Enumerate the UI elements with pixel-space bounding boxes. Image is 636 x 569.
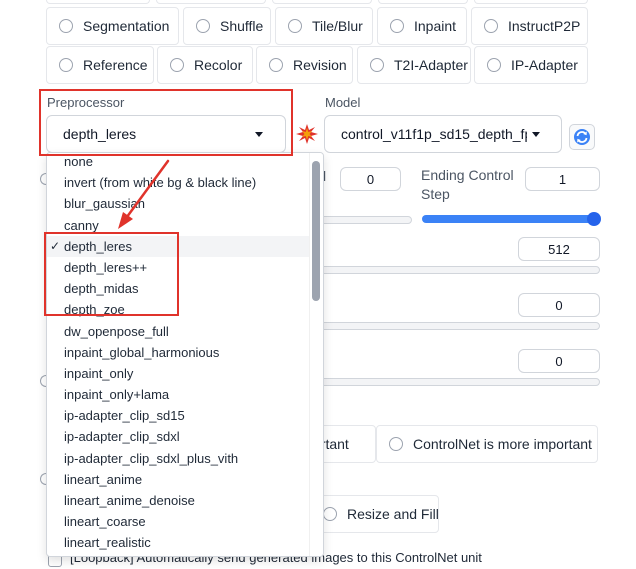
ending-control-label: Ending Control Step	[421, 167, 514, 202]
dropdown-option-label: lineart_coarse	[64, 514, 146, 530]
cut-off-option	[156, 0, 266, 4]
dropdown-option-label: canny	[64, 217, 99, 233]
dropdown-option[interactable]: inpaint_only	[47, 363, 309, 384]
radio-label: Segmentation	[83, 18, 170, 34]
dropdown-option-label: dw_openpose_full	[64, 323, 169, 339]
radio-label: Revision	[293, 57, 347, 73]
radio-reference[interactable]: Reference	[46, 46, 154, 84]
radio-label: Tile/Blur	[312, 18, 363, 34]
radio-shuffle[interactable]: Shuffle	[183, 7, 271, 45]
radio-circle-icon	[370, 58, 384, 72]
radio-circle-icon	[323, 507, 337, 521]
starting-control-input[interactable]: 0	[340, 167, 401, 191]
model-select[interactable]: control_v11f1p_sd15_depth_fp	[324, 115, 562, 153]
radio-label: Recolor	[194, 57, 243, 73]
annotation-arrow	[118, 159, 170, 229]
dropdown-option-label: inpaint_only	[64, 365, 134, 381]
dropdown-option[interactable]: ip-adapter_clip_sd15	[47, 405, 309, 426]
highlight-box-depth-options	[44, 232, 179, 316]
model-label: Model	[325, 95, 361, 110]
radio-label: IP-Adapter	[511, 57, 578, 73]
dropdown-option[interactable]: inpaint_only+lama	[47, 384, 309, 405]
dropdown-option-label: lineart_realistic	[64, 535, 151, 551]
dropdown-option-label: ip-adapter_clip_sdxl_plus_vith	[64, 450, 239, 466]
dropdown-option-label: lineart_anime_denoise	[64, 493, 195, 508]
radio-circle-icon	[288, 19, 302, 33]
radio-label: Inpaint	[414, 18, 457, 34]
threshold-a-input[interactable]: 0	[518, 293, 600, 317]
model-value: control_v11f1p_sd15_depth_fp	[341, 126, 527, 142]
radio-instructp2p[interactable]: InstructP2P	[471, 7, 588, 45]
resolution-input[interactable]: 512	[518, 237, 600, 261]
dropdown-option-label: ip-adapter_clip_sd15	[64, 408, 185, 424]
dropdown-option[interactable]: dw_openpose_full	[47, 321, 309, 342]
dropdown-option-label: inpaint_global_harmonious	[64, 344, 220, 360]
radio-label: Reference	[83, 57, 148, 73]
radio-label: T2I-Adapter	[394, 57, 468, 73]
dropdown-option[interactable]: lineart_coarse	[47, 511, 309, 532]
threshold-b-slider[interactable]	[300, 378, 600, 386]
scrollbar-thumb[interactable]	[312, 161, 320, 301]
slider-handle[interactable]	[587, 212, 601, 226]
radio-segmentation[interactable]: Segmentation	[46, 7, 179, 45]
radio-label: InstructP2P	[508, 18, 581, 34]
dropdown-option-label: ip-adapter_clip_sdxl	[64, 429, 180, 445]
refresh-icon	[574, 129, 590, 145]
highlight-box-preprocessor	[39, 89, 293, 156]
ending-control-slider[interactable]	[422, 215, 594, 223]
radio-circle-icon	[390, 19, 404, 33]
cut-off-option	[272, 0, 372, 4]
dropdown-option-label: inpaint_only+lama	[64, 387, 170, 403]
radio-controlnet-more-important[interactable]: ControlNet is more important	[376, 425, 598, 463]
radio-label: Resize and Fill	[347, 506, 439, 522]
radio-circle-icon	[389, 437, 403, 451]
radio-recolor[interactable]: Recolor	[157, 46, 253, 84]
refresh-models-button[interactable]	[569, 124, 595, 150]
radio-revision[interactable]: Revision	[256, 46, 353, 84]
radio-tile-blur[interactable]: Tile/Blur	[275, 7, 373, 45]
dropdown-option-label: lineart_anime	[64, 471, 143, 487]
dropdown-option-label: none	[64, 154, 93, 169]
radio-circle-icon	[269, 58, 283, 72]
dropdown-option[interactable]: lineart_anime_denoise	[47, 490, 309, 511]
dropdown-option[interactable]: ip-adapter_clip_sdxl_plus_vith	[47, 448, 309, 469]
chevron-down-icon	[532, 132, 540, 137]
radio-ip-adapter[interactable]: IP-Adapter	[474, 46, 588, 84]
radio-t2i-adapter[interactable]: T2I-Adapter	[357, 46, 471, 84]
dropdown-scrollbar[interactable]	[309, 153, 323, 556]
dropdown-option[interactable]: lineart_anime	[47, 469, 309, 490]
dropdown-option[interactable]: lineart_realistic	[47, 532, 309, 553]
radio-inpaint[interactable]: Inpaint	[377, 7, 467, 45]
threshold-a-slider[interactable]	[300, 322, 600, 330]
radio-circle-icon	[487, 58, 501, 72]
preprocessor-dropdown[interactable]: none invert (from white bg & black line) b…	[46, 152, 324, 557]
radio-circle-icon	[59, 19, 73, 33]
radio-circle-icon	[484, 19, 498, 33]
radio-circle-icon	[196, 19, 210, 33]
threshold-b-input[interactable]: 0	[518, 349, 600, 373]
resolution-slider[interactable]	[300, 266, 600, 274]
dropdown-option[interactable]: ip-adapter_clip_sdxl	[47, 426, 309, 447]
radio-circle-icon	[170, 58, 184, 72]
cut-off-option	[474, 0, 588, 4]
dropdown-option[interactable]: inpaint_global_harmonious	[47, 342, 309, 363]
run-preprocessor-icon[interactable]	[296, 124, 318, 144]
dropdown-option[interactable]: lineart_standard (from white bg & black …	[47, 554, 309, 556]
cut-off-option	[378, 0, 468, 4]
radio-label: Shuffle	[220, 18, 264, 34]
cut-off-option	[46, 0, 150, 4]
ending-control-input[interactable]: 1	[525, 167, 600, 191]
radio-circle-icon	[59, 58, 73, 72]
radio-label: ControlNet is more important	[413, 436, 592, 452]
